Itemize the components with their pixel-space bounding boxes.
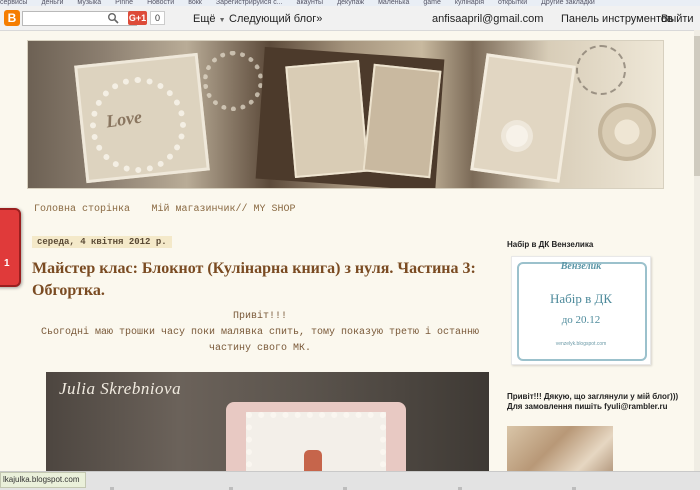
- sidebar-greeting-title: Привіт!!! Дякую, що заглянули у мій блог…: [507, 392, 679, 411]
- more-menu[interactable]: Ещё ▼: [193, 13, 226, 25]
- gplus-button[interactable]: G+1: [128, 11, 147, 25]
- vertical-scrollbar[interactable]: [694, 30, 700, 482]
- banner-brand: Вензелик: [560, 261, 602, 272]
- banner-yarn-ball: [598, 103, 656, 161]
- banner-flower: [506, 125, 528, 147]
- more-label: Ещё: [193, 13, 216, 25]
- banner-card-right: [470, 53, 576, 183]
- dashboard-link[interactable]: Панель инструментов: [561, 13, 673, 25]
- banner-heading: Набір в ДК: [549, 291, 613, 306]
- floating-side-tab[interactable]: 1: [0, 208, 21, 287]
- post-body: Привіт!!! Сьогодні маю трошки часу поки …: [32, 309, 488, 357]
- image-watermark: Julia Skrebniova: [59, 379, 182, 398]
- blog-search-input[interactable]: [22, 11, 137, 26]
- next-blog-link[interactable]: Следующий блог»: [229, 13, 322, 25]
- post-paragraph: Сьогодні маю трошки часу поки малявка сп…: [40, 327, 480, 354]
- header-banner-image[interactable]: Love: [27, 40, 664, 189]
- search-icon[interactable]: [107, 12, 119, 24]
- page-navigation: Головна сторінка Мій магазинчик// MY SHO…: [34, 198, 313, 216]
- status-url: lkajulka.blogspot.com: [0, 472, 87, 488]
- side-tab-label: 1: [4, 258, 10, 269]
- sidebar-widget-title: Набір в ДК Вензелика: [507, 240, 594, 249]
- banner-deadline: до 20.12: [561, 314, 601, 326]
- blogger-navbar: B G+1 0 Ещё ▼ Следующий блог» anfisaapri…: [0, 6, 700, 31]
- banner-card-middle-left: [285, 59, 369, 179]
- scrollbar-thumb[interactable]: [694, 36, 700, 176]
- sidebar-venzelyk-banner[interactable]: Вензелик Набір в ДК до 20.12 venzelyk.bl…: [511, 256, 651, 365]
- nav-shop-link[interactable]: Мій магазинчик// MY SHOP: [151, 204, 295, 215]
- banner-doily-small: [203, 51, 263, 111]
- account-email[interactable]: anfisaapril@gmail.com: [432, 13, 543, 25]
- banner-card-middle-right: [362, 63, 442, 179]
- browser-status-bar: lkajulka.blogspot.com: [0, 471, 700, 490]
- nav-home-link[interactable]: Головна сторінка: [34, 204, 130, 215]
- blogger-logo-icon[interactable]: B: [4, 10, 20, 26]
- post-image[interactable]: Julia Skrebniova: [46, 372, 489, 482]
- gplus-count: 0: [150, 11, 165, 25]
- sign-out-link[interactable]: Выйти: [661, 13, 694, 25]
- chevron-down-icon: ▼: [218, 17, 226, 24]
- post-greeting: Привіт!!!: [232, 311, 287, 322]
- banner-url: venzelyk.blogspot.com: [555, 341, 607, 347]
- post-date: середа, 4 квітня 2012 р.: [32, 236, 172, 248]
- post-title[interactable]: Майстер клас: Блокнот (Кулінарна книга) …: [32, 258, 482, 302]
- banner-postmark: [576, 45, 626, 95]
